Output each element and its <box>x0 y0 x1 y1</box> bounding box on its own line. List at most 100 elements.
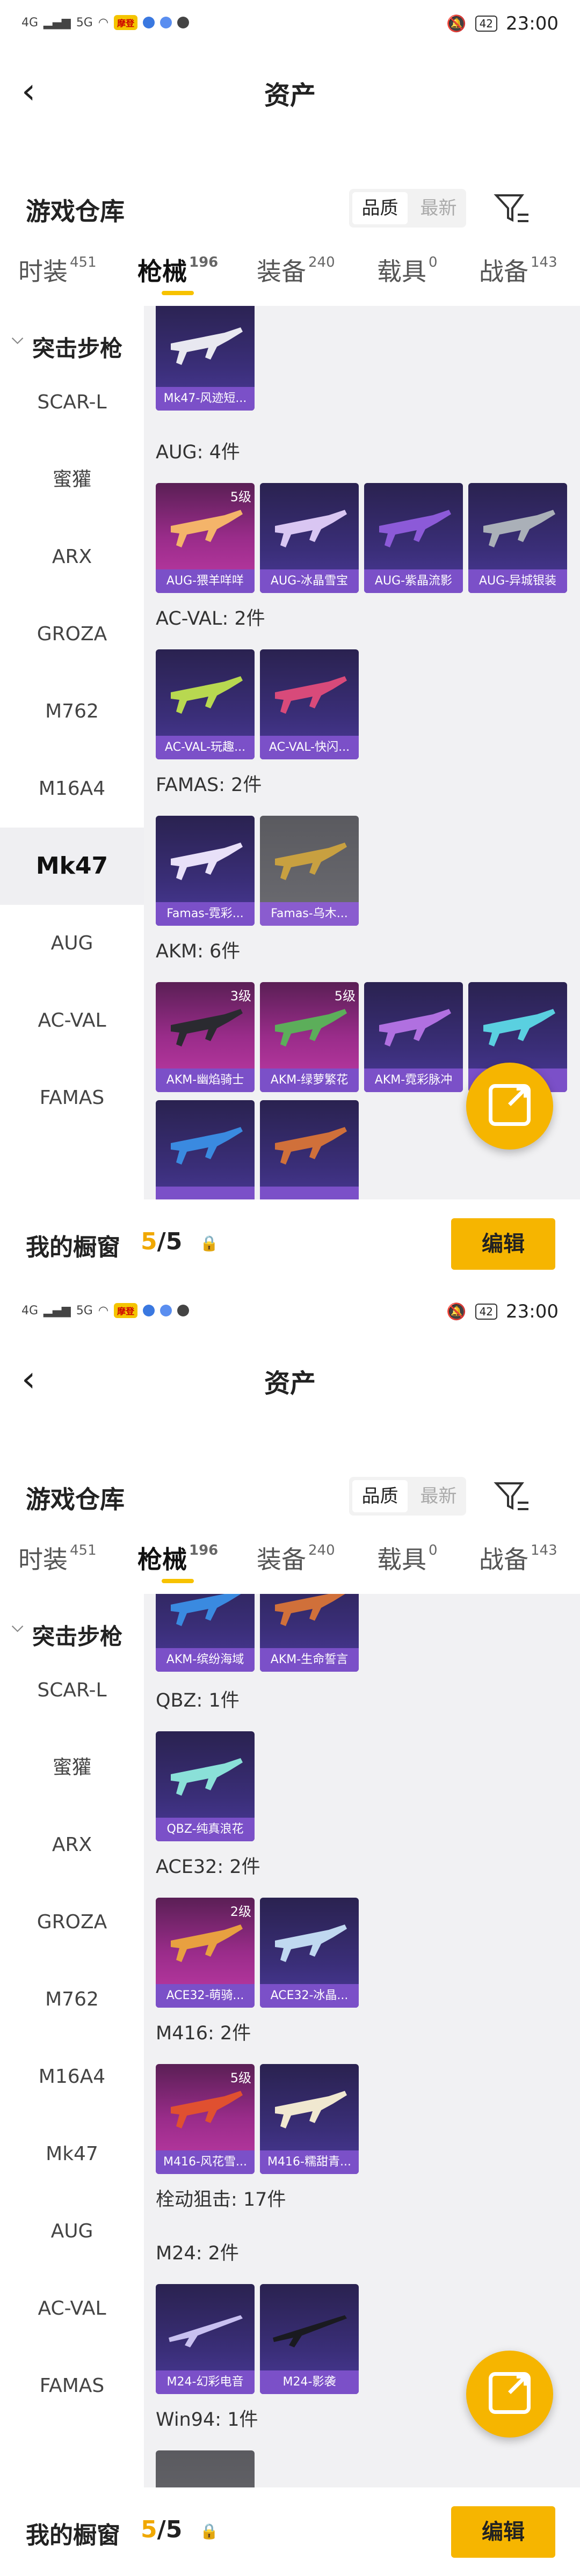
item-card[interactable]: ... <box>156 1100 255 1199</box>
app-header: ‹ 资产 <box>0 1347 580 1411</box>
item-card[interactable]: ... <box>260 1100 359 1199</box>
item-card[interactable]: AKM-缤纷海域 <box>156 1594 255 1672</box>
tab-supplies[interactable]: 战备 143 <box>479 252 557 295</box>
section-title: ACE32: 2件 <box>156 1856 260 1878</box>
sidebar-item-aug[interactable]: AUG <box>0 2193 144 2270</box>
item-card[interactable]: AUG-紫晶流影 <box>364 483 463 593</box>
item-card[interactable]: AKM-霓彩脉冲 <box>364 982 463 1092</box>
signal-5g-label: 5G <box>76 16 93 30</box>
tab-equipment[interactable]: 装备 240 <box>257 252 335 295</box>
item-name: AKM-绿萝繁花 <box>260 1069 359 1092</box>
sort-quality-button[interactable]: 品质 <box>352 1480 408 1512</box>
signal-5g-label: 5G <box>76 1304 93 1318</box>
filter-icon[interactable] <box>493 190 531 228</box>
item-card[interactable]: Mk47-风迹短... <box>156 306 255 411</box>
screen-2: 4G ▂▄▆ 5G ◠ 摩登 🔕 42 23:00 ‹ 资产 游戏仓库 品质 最… <box>0 1288 580 2576</box>
showcase-bar: 我的橱窗 5/5 🔒 编辑 <box>0 1202 580 1288</box>
sidebar-item-honey-badger[interactable]: 蜜獾 <box>0 441 144 518</box>
item-card[interactable]: 5级 AUG-猥羊咩咩 <box>156 483 255 593</box>
rifle-icon <box>275 1594 345 1626</box>
edit-button[interactable]: 编辑 <box>451 2506 555 2558</box>
battery-icon: 42 <box>475 16 498 32</box>
item-card[interactable]: AC-VAL-快闪... <box>260 649 359 759</box>
item-name: AKM-霓彩脉冲 <box>364 1069 463 1092</box>
rifle-icon <box>169 2315 243 2347</box>
sort-latest-button[interactable]: 最新 <box>411 189 466 228</box>
sidebar-item-famas[interactable]: FAMAS <box>0 2347 144 2425</box>
app-badge: 摩登 <box>114 15 138 30</box>
sidebar-item-honey-badger[interactable]: 蜜獾 <box>0 1729 144 1806</box>
lock-icon: 🔒 <box>200 2522 219 2540</box>
sidebar-item-ac-val[interactable]: AC-VAL <box>0 2270 144 2347</box>
rifle-icon <box>275 676 347 714</box>
tab-supplies[interactable]: 战备 143 <box>479 1540 557 1583</box>
sidebar-item-scar-l[interactable]: SCAR-L <box>0 364 144 441</box>
chevron-down-icon: ⌵ <box>12 1618 24 1635</box>
tab-vehicles[interactable]: 载具 0 <box>377 1540 438 1583</box>
item-card[interactable]: AUG-冰晶雪宝 <box>260 483 359 593</box>
section-title: M24: 2件 <box>156 2243 239 2264</box>
sidebar-item-famas[interactable]: FAMAS <box>0 1059 144 1137</box>
sidebar-item-scar-l[interactable]: SCAR-L <box>0 1652 144 1729</box>
item-card[interactable]: AUG-异城银装 <box>468 483 567 593</box>
item-name: Famas-乌木... <box>260 902 359 926</box>
sidebar-item-mk47[interactable]: Mk47 <box>0 2116 144 2193</box>
sidebar-item-m16a4[interactable]: M16A4 <box>0 2038 144 2116</box>
tab-equipment[interactable]: 装备 240 <box>257 1540 335 1583</box>
item-card[interactable]: ACE32-冰晶... <box>260 1898 359 2008</box>
sidebar-item-arx[interactable]: ARX <box>0 518 144 596</box>
sidebar: ⌵ 突击步枪 SCAR-L 蜜獾 ARX GROZA M762 M16A4 Mk… <box>0 306 144 1199</box>
sidebar-item-mk47[interactable]: Mk47 <box>0 828 144 905</box>
item-card[interactable]: 2级 ACE32-萌骑... <box>156 1898 255 2008</box>
item-card[interactable]: AKM-生命誓言 <box>260 1594 359 1672</box>
rifle-icon <box>171 1127 243 1165</box>
item-card[interactable]: 5级 M416-风花雪... <box>156 2064 255 2174</box>
rifle-icon <box>483 510 555 547</box>
sort-quality-button[interactable]: 品质 <box>352 192 408 224</box>
item-card[interactable] <box>156 2450 255 2487</box>
sort-latest-button[interactable]: 最新 <box>411 1477 466 1516</box>
rifle-icon <box>171 676 243 714</box>
share-fab[interactable]: ↗ <box>466 1063 553 1150</box>
item-card[interactable]: Famas-乌木... <box>260 816 359 926</box>
tab-fashion[interactable]: 时装 451 <box>18 252 97 295</box>
sidebar-item-aug[interactable]: AUG <box>0 905 144 982</box>
sidebar-item-m762[interactable]: M762 <box>0 1961 144 2038</box>
tab-underline <box>162 1579 194 1583</box>
rifle-icon <box>171 510 243 547</box>
tab-guns[interactable]: 枪械 196 <box>137 252 218 295</box>
item-card[interactable]: Famas-霓彩... <box>156 816 255 926</box>
tab-guns[interactable]: 枪械 196 <box>137 1540 218 1583</box>
lock-icon: 🔒 <box>200 1234 219 1252</box>
rifle-icon <box>275 510 347 547</box>
sidebar-item-arx[interactable]: ARX <box>0 1806 144 1884</box>
mute-icon: 🔕 <box>446 14 467 33</box>
item-card[interactable]: QBZ-纯真浪花 <box>156 1731 255 1841</box>
page-title: 资产 <box>264 80 316 111</box>
main-area: ⌵ 突击步枪 SCAR-L 蜜獾 ARX GROZA M762 M16A4 Mk… <box>0 306 580 1199</box>
filter-icon[interactable] <box>493 1478 531 1516</box>
item-card[interactable]: M24-影袭 <box>260 2284 359 2394</box>
sidebar-item-ac-val[interactable]: AC-VAL <box>0 982 144 1059</box>
share-fab[interactable]: ↗ <box>466 2351 553 2438</box>
sidebar-item-groza[interactable]: GROZA <box>0 1884 144 1961</box>
sidebar-group-assault-rifles[interactable]: ⌵ 突击步枪 <box>0 325 144 368</box>
rifle-icon <box>379 1009 451 1046</box>
section-title: M416: 2件 <box>156 2023 251 2044</box>
item-card[interactable]: 3级 AKM-幽焰骑士 <box>156 982 255 1092</box>
rifle-icon <box>275 1924 347 1962</box>
sidebar-item-m16a4[interactable]: M16A4 <box>0 750 144 828</box>
tab-vehicles[interactable]: 载具 0 <box>377 252 438 295</box>
item-card[interactable]: AC-VAL-玩趣... <box>156 649 255 759</box>
item-card[interactable]: M24-幻彩电音 <box>156 2284 255 2394</box>
rifle-icon <box>275 843 347 880</box>
sidebar-item-m762[interactable]: M762 <box>0 673 144 750</box>
sidebar-item-groza[interactable]: GROZA <box>0 596 144 673</box>
item-name: AUG-紫晶流影 <box>364 569 463 593</box>
edit-button[interactable]: 编辑 <box>451 1218 555 1270</box>
sidebar-group-assault-rifles[interactable]: ⌵ 突击步枪 <box>0 1613 144 1656</box>
item-card[interactable]: M416-糯甜青... <box>260 2064 359 2174</box>
item-card[interactable]: 5级 AKM-绿萝繁花 <box>260 982 359 1092</box>
tab-fashion[interactable]: 时装 451 <box>18 1540 97 1583</box>
item-name: M416-风花雪... <box>156 2150 255 2174</box>
